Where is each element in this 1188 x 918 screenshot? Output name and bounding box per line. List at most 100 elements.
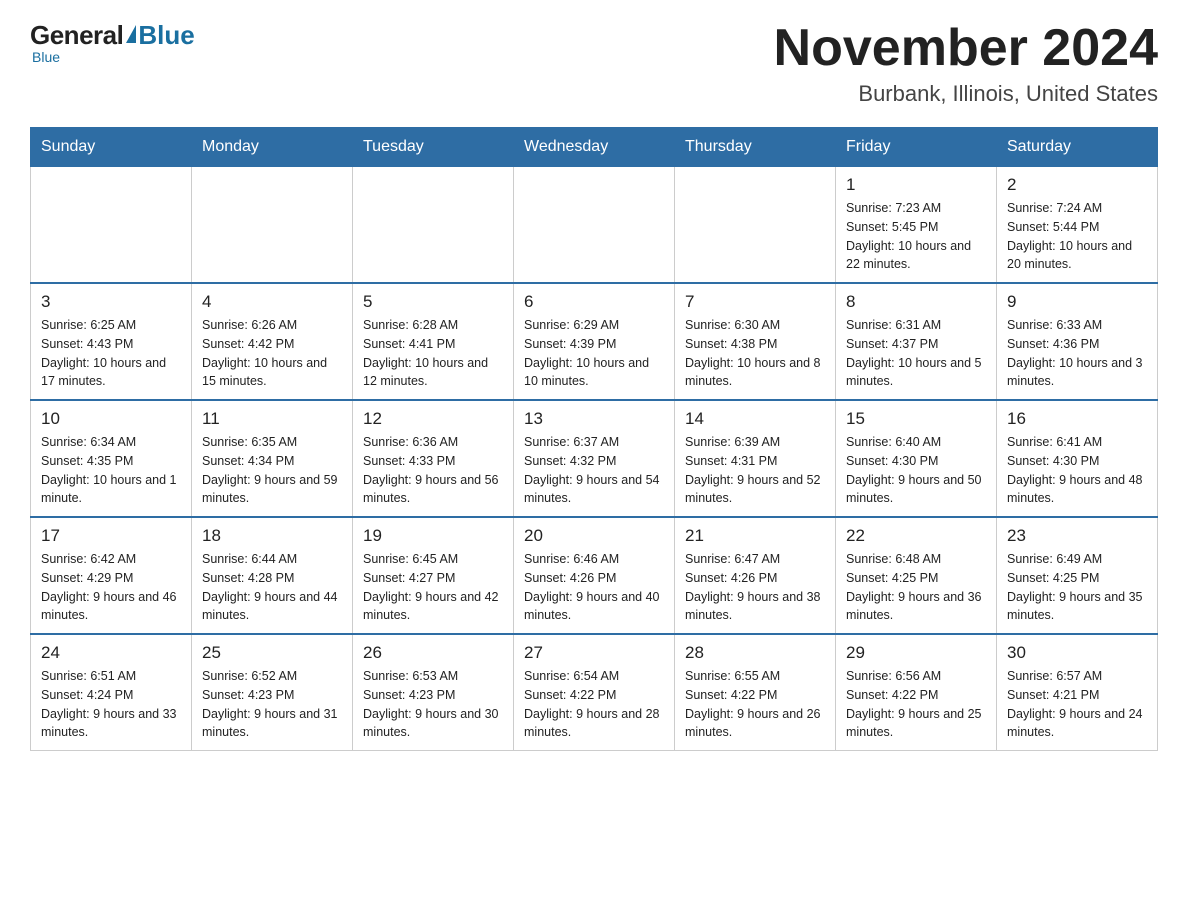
calendar-day-cell: 9Sunrise: 6:33 AMSunset: 4:36 PMDaylight…	[997, 283, 1158, 400]
day-number: 2	[1007, 175, 1147, 195]
day-info: Sunrise: 6:55 AMSunset: 4:22 PMDaylight:…	[685, 667, 825, 742]
calendar-week-row: 10 Sunrise: 6:34 AMSunset: 4:35 PMDayligh…	[31, 400, 1158, 517]
calendar-day-cell: 25 Sunrise: 6:52 AMSunset: 4:23 PMDayligh…	[192, 634, 353, 751]
day-number: 25	[202, 643, 342, 663]
day-info: Sunrise: 7:23 AMSunset: 5:45 PMDaylight:…	[846, 199, 986, 274]
calendar-day-cell: 5Sunrise: 6:28 AMSunset: 4:41 PMDaylight…	[353, 283, 514, 400]
calendar-header-row: SundayMondayTuesdayWednesdayThursdayFrid…	[31, 128, 1158, 167]
day-info: Sunrise: 6:28 AMSunset: 4:41 PMDaylight:…	[363, 316, 503, 391]
calendar-day-cell: 6Sunrise: 6:29 AMSunset: 4:39 PMDaylight…	[514, 283, 675, 400]
day-info: Sunrise: 6:34 AMSunset: 4:35 PMDaylight:…	[41, 433, 181, 508]
day-info: Sunrise: 6:26 AMSunset: 4:42 PMDaylight:…	[202, 316, 342, 391]
page-header: General Blue Blue November 2024 Burbank,…	[30, 20, 1158, 107]
calendar-day-cell	[353, 167, 514, 284]
day-number: 7	[685, 292, 825, 312]
day-number: 22	[846, 526, 986, 546]
month-title: November 2024	[774, 20, 1158, 77]
calendar-day-cell: 8Sunrise: 6:31 AMSunset: 4:37 PMDaylight…	[836, 283, 997, 400]
calendar-table: SundayMondayTuesdayWednesdayThursdayFrid…	[30, 127, 1158, 751]
calendar-day-cell: 26Sunrise: 6:53 AMSunset: 4:23 PMDayligh…	[353, 634, 514, 751]
day-number: 23	[1007, 526, 1147, 546]
calendar-day-cell: 11 Sunrise: 6:35 AMSunset: 4:34 PMDayligh…	[192, 400, 353, 517]
day-info: Sunrise: 7:24 AMSunset: 5:44 PMDaylight:…	[1007, 199, 1147, 274]
day-number: 10	[41, 409, 181, 429]
calendar-header-friday: Friday	[836, 128, 997, 167]
logo: General Blue Blue	[30, 20, 195, 65]
calendar-day-cell: 2 Sunrise: 7:24 AMSunset: 5:44 PMDaylight…	[997, 167, 1158, 284]
day-info: Sunrise: 6:48 AMSunset: 4:25 PMDaylight:…	[846, 550, 986, 625]
day-info: Sunrise: 6:51 AMSunset: 4:24 PMDaylight:…	[41, 667, 181, 742]
day-number: 1	[846, 175, 986, 195]
calendar-day-cell	[31, 167, 192, 284]
day-info: Sunrise: 6:30 AMSunset: 4:38 PMDaylight:…	[685, 316, 825, 391]
day-info: Sunrise: 6:36 AMSunset: 4:33 PMDaylight:…	[363, 433, 503, 508]
day-number: 17	[41, 526, 181, 546]
day-number: 18	[202, 526, 342, 546]
calendar-day-cell: 28 Sunrise: 6:55 AMSunset: 4:22 PMDayligh…	[675, 634, 836, 751]
calendar-day-cell: 1 Sunrise: 7:23 AMSunset: 5:45 PMDaylight…	[836, 167, 997, 284]
calendar-day-cell: 27Sunrise: 6:54 AMSunset: 4:22 PMDayligh…	[514, 634, 675, 751]
logo-sub-text: Blue	[32, 49, 60, 65]
day-number: 11	[202, 409, 342, 429]
day-number: 28	[685, 643, 825, 663]
day-info: Sunrise: 6:29 AMSunset: 4:39 PMDaylight:…	[524, 316, 664, 391]
calendar-day-cell: 15Sunrise: 6:40 AMSunset: 4:30 PMDayligh…	[836, 400, 997, 517]
day-number: 26	[363, 643, 503, 663]
logo-blue-text: Blue	[138, 20, 194, 51]
day-number: 19	[363, 526, 503, 546]
calendar-day-cell: 14 Sunrise: 6:39 AMSunset: 4:31 PMDayligh…	[675, 400, 836, 517]
calendar-day-cell: 16Sunrise: 6:41 AMSunset: 4:30 PMDayligh…	[997, 400, 1158, 517]
day-info: Sunrise: 6:46 AMSunset: 4:26 PMDaylight:…	[524, 550, 664, 625]
day-info: Sunrise: 6:57 AMSunset: 4:21 PMDaylight:…	[1007, 667, 1147, 742]
day-info: Sunrise: 6:42 AMSunset: 4:29 PMDaylight:…	[41, 550, 181, 625]
calendar-day-cell: 21 Sunrise: 6:47 AMSunset: 4:26 PMDayligh…	[675, 517, 836, 634]
calendar-day-cell: 10 Sunrise: 6:34 AMSunset: 4:35 PMDayligh…	[31, 400, 192, 517]
calendar-day-cell: 24Sunrise: 6:51 AMSunset: 4:24 PMDayligh…	[31, 634, 192, 751]
calendar-day-cell: 20 Sunrise: 6:46 AMSunset: 4:26 PMDayligh…	[514, 517, 675, 634]
day-number: 13	[524, 409, 664, 429]
calendar-week-row: 17 Sunrise: 6:42 AMSunset: 4:29 PMDayligh…	[31, 517, 1158, 634]
day-number: 16	[1007, 409, 1147, 429]
calendar-header-sunday: Sunday	[31, 128, 192, 167]
day-info: Sunrise: 6:47 AMSunset: 4:26 PMDaylight:…	[685, 550, 825, 625]
day-info: Sunrise: 6:45 AMSunset: 4:27 PMDaylight:…	[363, 550, 503, 625]
day-info: Sunrise: 6:56 AMSunset: 4:22 PMDaylight:…	[846, 667, 986, 742]
calendar-week-row: 3Sunrise: 6:25 AMSunset: 4:43 PMDaylight…	[31, 283, 1158, 400]
calendar-header-wednesday: Wednesday	[514, 128, 675, 167]
day-info: Sunrise: 6:31 AMSunset: 4:37 PMDaylight:…	[846, 316, 986, 391]
day-number: 21	[685, 526, 825, 546]
calendar-day-cell: 22 Sunrise: 6:48 AMSunset: 4:25 PMDayligh…	[836, 517, 997, 634]
location-title: Burbank, Illinois, United States	[774, 81, 1158, 107]
day-info: Sunrise: 6:40 AMSunset: 4:30 PMDaylight:…	[846, 433, 986, 508]
day-number: 9	[1007, 292, 1147, 312]
calendar-day-cell: 7 Sunrise: 6:30 AMSunset: 4:38 PMDaylight…	[675, 283, 836, 400]
day-info: Sunrise: 6:54 AMSunset: 4:22 PMDaylight:…	[524, 667, 664, 742]
calendar-day-cell: 23 Sunrise: 6:49 AMSunset: 4:25 PMDayligh…	[997, 517, 1158, 634]
logo-general-text: General	[30, 20, 123, 51]
calendar-header-tuesday: Tuesday	[353, 128, 514, 167]
calendar-week-row: 24Sunrise: 6:51 AMSunset: 4:24 PMDayligh…	[31, 634, 1158, 751]
day-number: 30	[1007, 643, 1147, 663]
calendar-day-cell: 17 Sunrise: 6:42 AMSunset: 4:29 PMDayligh…	[31, 517, 192, 634]
calendar-day-cell: 18 Sunrise: 6:44 AMSunset: 4:28 PMDayligh…	[192, 517, 353, 634]
day-number: 20	[524, 526, 664, 546]
calendar-header-monday: Monday	[192, 128, 353, 167]
day-info: Sunrise: 6:25 AMSunset: 4:43 PMDaylight:…	[41, 316, 181, 391]
day-info: Sunrise: 6:52 AMSunset: 4:23 PMDaylight:…	[202, 667, 342, 742]
title-block: November 2024 Burbank, Illinois, United …	[774, 20, 1158, 107]
calendar-day-cell	[675, 167, 836, 284]
day-info: Sunrise: 6:35 AMSunset: 4:34 PMDaylight:…	[202, 433, 342, 508]
calendar-week-row: 1 Sunrise: 7:23 AMSunset: 5:45 PMDaylight…	[31, 167, 1158, 284]
calendar-day-cell: 19 Sunrise: 6:45 AMSunset: 4:27 PMDayligh…	[353, 517, 514, 634]
day-number: 29	[846, 643, 986, 663]
day-info: Sunrise: 6:49 AMSunset: 4:25 PMDaylight:…	[1007, 550, 1147, 625]
calendar-day-cell	[514, 167, 675, 284]
day-number: 4	[202, 292, 342, 312]
day-number: 12	[363, 409, 503, 429]
day-info: Sunrise: 6:39 AMSunset: 4:31 PMDaylight:…	[685, 433, 825, 508]
day-number: 14	[685, 409, 825, 429]
calendar-day-cell: 3Sunrise: 6:25 AMSunset: 4:43 PMDaylight…	[31, 283, 192, 400]
day-info: Sunrise: 6:44 AMSunset: 4:28 PMDaylight:…	[202, 550, 342, 625]
calendar-header-saturday: Saturday	[997, 128, 1158, 167]
calendar-day-cell: 12 Sunrise: 6:36 AMSunset: 4:33 PMDayligh…	[353, 400, 514, 517]
